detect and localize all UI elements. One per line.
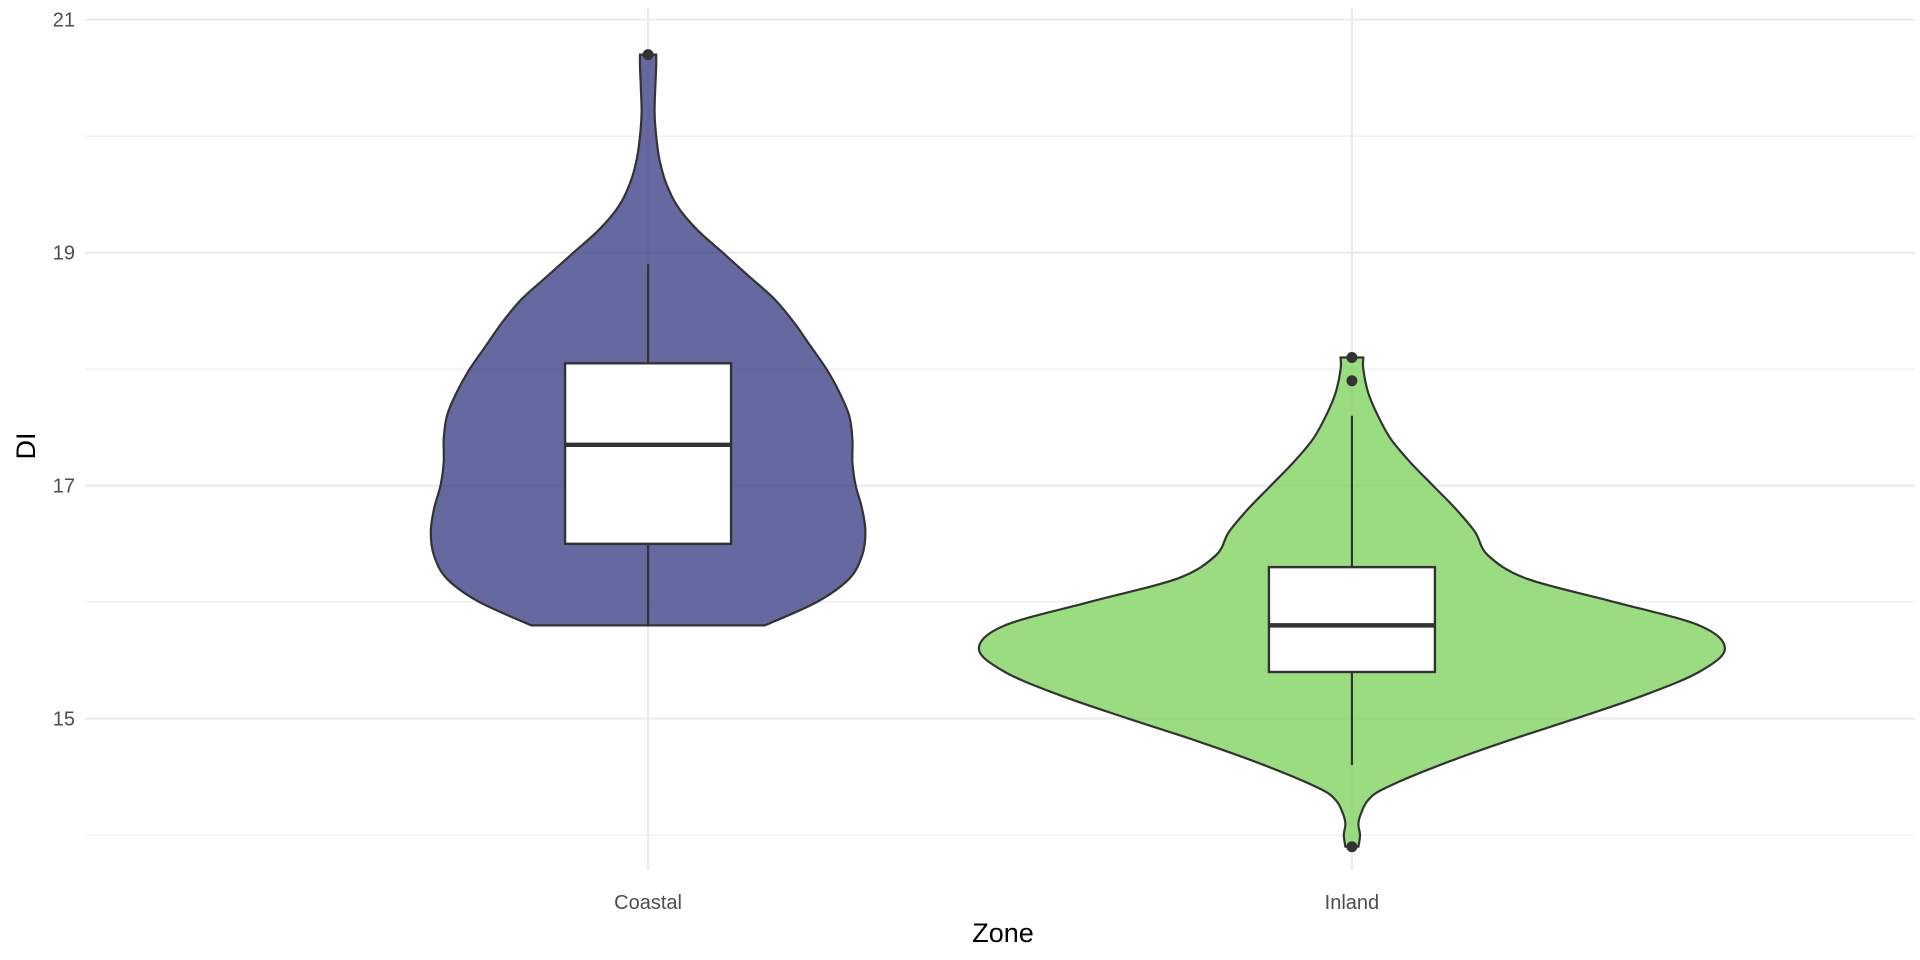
y-tick-label: 17 xyxy=(53,476,75,498)
x-tick-label: Coastal xyxy=(614,892,682,914)
box-iqr xyxy=(563,362,733,546)
violin-chart: 15 17 19 21 Coastal Inland Zone DI xyxy=(11,8,1915,948)
x-axis-title: Zone xyxy=(972,918,1034,948)
outlier-point xyxy=(642,49,654,61)
y-tick-label: 19 xyxy=(53,243,75,265)
outlier-point xyxy=(1346,351,1358,363)
box-iqr xyxy=(1267,565,1437,674)
x-tick-labels: Coastal Inland xyxy=(614,892,1379,914)
outlier-point xyxy=(1346,841,1358,853)
grid xyxy=(85,8,1915,870)
y-tick-labels: 15 17 19 21 xyxy=(53,10,75,731)
y-axis-title: DI xyxy=(11,433,41,460)
x-tick-label: Inland xyxy=(1325,892,1380,914)
outlier-point xyxy=(1346,375,1358,387)
y-tick-label: 21 xyxy=(53,10,75,32)
y-tick-label: 15 xyxy=(53,709,75,731)
